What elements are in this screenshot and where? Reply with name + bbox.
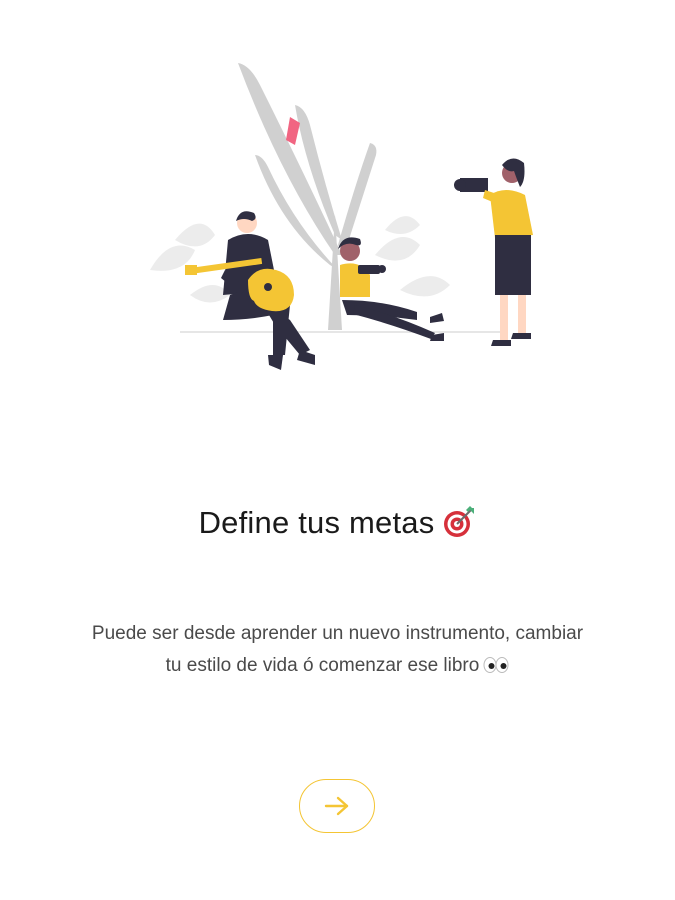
eyes-icon <box>483 657 509 673</box>
page-title: Define tus metas <box>0 505 675 541</box>
target-dart-icon <box>444 506 475 537</box>
description-line-2-wrapper: tu estilo de vida ó comenzar ese libro <box>40 650 635 682</box>
description-line-1: Puede ser desde aprender un nuevo instru… <box>91 623 584 644</box>
title-text: Define tus metas <box>198 505 435 540</box>
standing-photographer-figure <box>454 158 533 346</box>
flower-accent <box>286 117 300 145</box>
onboarding-screen: Define tus metas Puede ser desde aprende… <box>0 0 675 900</box>
people-illustration <box>150 63 533 370</box>
onboarding-description: Puede ser desde aprender un nuevo instru… <box>40 618 635 682</box>
next-button[interactable] <box>299 779 375 833</box>
description-line-2: tu estilo de vida ó comenzar ese libro <box>165 655 480 676</box>
arrow-right-icon <box>324 796 349 816</box>
